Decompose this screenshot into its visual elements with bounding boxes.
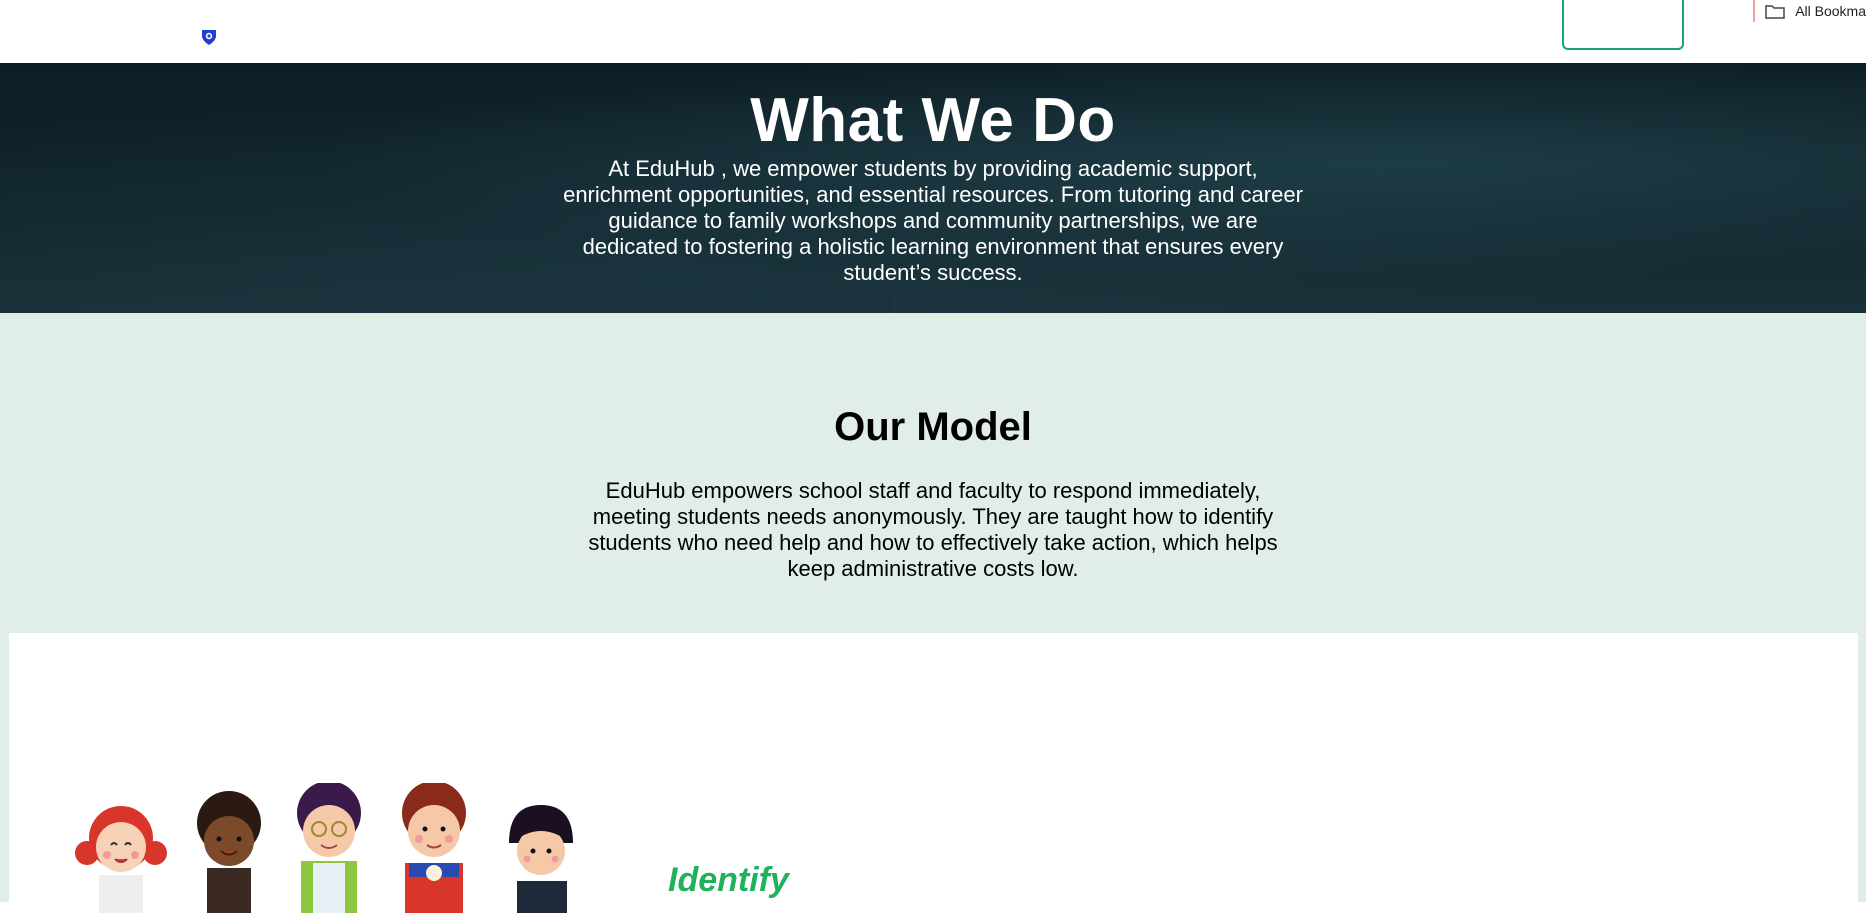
identify-step-title: Identify (668, 861, 789, 899)
student-2-figure (197, 791, 261, 913)
all-bookmarks-link[interactable]: All Bookma (1795, 3, 1866, 19)
student-3-figure (297, 783, 361, 913)
text-cursor-icon (891, 297, 897, 313)
student-4-figure (402, 783, 466, 913)
what-we-do-hero: What We Do At EduHub , we empower studen… (0, 63, 1866, 313)
model-description: EduHub empowers school staff and faculty… (588, 478, 1278, 581)
students-illustration (75, 783, 573, 913)
top-navigation-bar: All Bookma (0, 0, 1866, 63)
model-title: Our Model (834, 405, 1032, 449)
nav-cta-button[interactable] (1562, 0, 1684, 50)
right-edge-strip (1858, 633, 1866, 902)
bookmarks-bar: All Bookma (1747, 0, 1866, 22)
bookmarks-divider (1753, 0, 1756, 22)
our-model-section: Our Model EduHub empowers school staff a… (0, 313, 1866, 633)
identify-card: Identify (9, 633, 1858, 913)
folder-icon (1765, 5, 1785, 19)
shield-logo-icon[interactable] (200, 28, 218, 46)
left-edge-strip (0, 633, 9, 902)
student-1-figure (75, 806, 167, 913)
student-5-figure (509, 805, 573, 913)
hero-title: What We Do (750, 86, 1116, 155)
hero-description: At EduHub , we empower students by provi… (563, 156, 1303, 285)
